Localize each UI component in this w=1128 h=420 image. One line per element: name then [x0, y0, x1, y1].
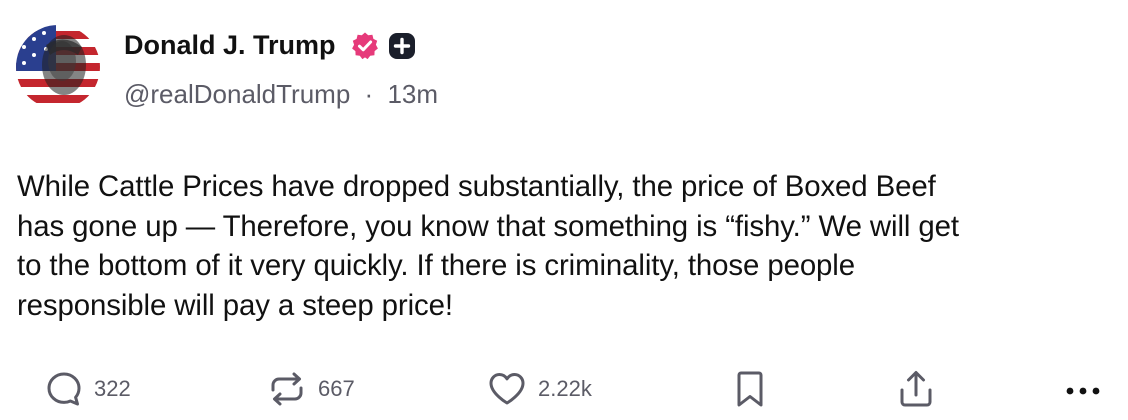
author-meta: @realDonaldTrump · 13m	[124, 78, 438, 110]
verified-badge-icon	[352, 32, 378, 60]
meta-separator: ·	[364, 79, 374, 109]
reply-icon	[47, 372, 81, 406]
more-options-button[interactable]	[1062, 366, 1104, 412]
reply-count: 322	[94, 376, 131, 401]
reply-button[interactable]: 322	[44, 366, 131, 412]
post-timestamp[interactable]: 13m	[387, 78, 438, 110]
author-handle[interactable]: @realDonaldTrump	[124, 78, 350, 110]
avatar-flag-portrait	[16, 25, 100, 109]
like-count: 2.22k	[538, 376, 592, 401]
avatar[interactable]	[16, 25, 100, 109]
bookmark-button[interactable]	[732, 366, 768, 412]
share-icon	[900, 371, 932, 407]
repost-count: 667	[318, 376, 355, 401]
author-badges	[350, 31, 416, 61]
author-name[interactable]: Donald J. Trump	[124, 28, 336, 62]
post-body-line: responsible will pay a steep price!	[17, 288, 453, 322]
share-button[interactable]	[896, 366, 936, 412]
bookmark-icon	[737, 371, 763, 407]
action-bar: 322 667 2.22k	[0, 366, 1128, 412]
like-icon	[489, 373, 525, 405]
post-body-line: to the bottom of it very quickly. If the…	[17, 249, 855, 282]
post-card: Donald J. Trump @realDonaldTrump · 13m W…	[0, 0, 1128, 420]
plus-badge-icon	[389, 33, 415, 59]
more-icon	[1066, 387, 1100, 395]
repost-button[interactable]: 667	[266, 366, 355, 412]
post-body-line: While Cattle Prices have dropped substan…	[17, 170, 936, 203]
repost-icon	[271, 372, 303, 406]
like-button[interactable]: 2.22k	[486, 366, 592, 412]
post-body-line: has gone up — Therefore, you know that s…	[17, 209, 959, 243]
post-body: While Cattle Prices have dropped substan…	[17, 167, 1117, 325]
